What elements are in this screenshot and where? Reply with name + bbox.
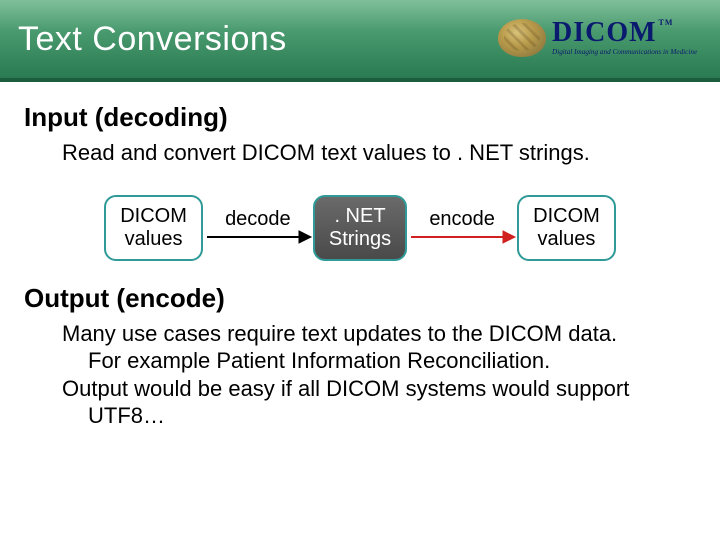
input-heading: Input (decoding) [24, 102, 696, 133]
flow-diagram: DICOM values decode . NET Strings encode [24, 195, 696, 261]
node-net-strings: . NET Strings [313, 195, 407, 261]
output-heading: Output (encode) [24, 283, 696, 314]
arrow-right-icon [407, 227, 517, 247]
node-dicom-values-left: DICOM values [104, 195, 203, 261]
output-line: Many use cases require text updates to t… [62, 321, 617, 346]
output-line: For example Patient Information Reconcil… [88, 347, 550, 375]
edge-encode: encode [407, 208, 517, 247]
output-text: Many use cases require text updates to t… [62, 320, 696, 430]
logo-tm: TM [659, 19, 674, 27]
slide-body: Input (decoding) Read and convert DICOM … [0, 82, 720, 430]
node-text: . NET [329, 205, 391, 228]
dicom-logo: DICOM TM Digital Imaging and Communicati… [498, 8, 708, 68]
node-text: DICOM [120, 205, 187, 228]
logo-tagline: Digital Imaging and Communications in Me… [552, 49, 697, 56]
node-text: values [120, 228, 187, 251]
node-dicom-values-right: DICOM values [517, 195, 616, 261]
logo-text: DICOM TM Digital Imaging and Communicati… [552, 19, 697, 56]
slide: Text Conversions DICOM TM Digital Imagin… [0, 0, 720, 540]
node-text: Strings [329, 228, 391, 251]
input-text: Read and convert DICOM text values to . … [62, 139, 696, 167]
slide-title: Text Conversions [18, 20, 287, 59]
output-line: Output would be easy if all DICOM system… [62, 376, 629, 401]
arrow-right-icon [203, 227, 313, 247]
edge-decode: decode [203, 208, 313, 247]
logo-brand-text: DICOM [552, 19, 657, 47]
title-bar: Text Conversions DICOM TM Digital Imagin… [0, 0, 720, 78]
globe-icon [498, 19, 546, 57]
logo-brand: DICOM TM [552, 19, 697, 47]
node-text: DICOM [533, 205, 600, 228]
node-text: values [533, 228, 600, 251]
output-line: UTF8… [88, 402, 165, 430]
